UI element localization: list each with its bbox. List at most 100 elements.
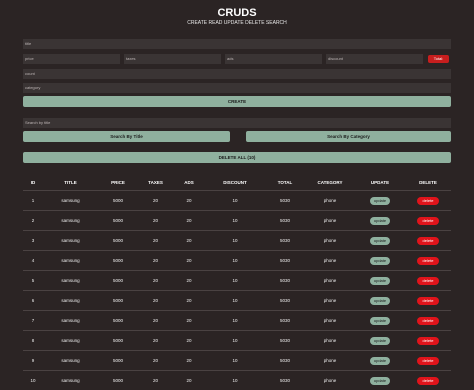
update-button[interactable]: update <box>370 317 390 325</box>
cell-id: 4 <box>23 251 43 271</box>
update-button[interactable]: update <box>370 257 390 265</box>
cell-total: 5030 <box>265 371 305 390</box>
table-row: 6samsung50002020105030phoneupdatedelete <box>23 291 451 311</box>
cell-total: 5030 <box>265 311 305 331</box>
cell-update: update <box>355 231 405 251</box>
cell-ads: 20 <box>173 251 205 271</box>
table-row: 9samsung50002020105030phoneupdatedelete <box>23 351 451 371</box>
cell-category: phone <box>305 371 355 390</box>
create-button[interactable]: CREATE <box>23 96 451 107</box>
cell-update: update <box>355 191 405 211</box>
update-button[interactable]: update <box>370 357 390 365</box>
cell-update: update <box>355 251 405 271</box>
count-input[interactable]: count <box>23 69 451 79</box>
cell-price: 5000 <box>98 251 138 271</box>
cell-price: 5000 <box>98 311 138 331</box>
update-button[interactable]: update <box>370 337 390 345</box>
cell-taxes: 20 <box>138 231 173 251</box>
col-header-discount: DISCOUNT <box>205 175 265 191</box>
cell-ads: 20 <box>173 191 205 211</box>
cell-category: phone <box>305 231 355 251</box>
page-title: CRUDS <box>0 7 474 19</box>
cell-discount: 10 <box>205 271 265 291</box>
delete-button[interactable]: delete <box>417 357 439 365</box>
col-header-title: TITLE <box>43 175 98 191</box>
update-button[interactable]: update <box>370 297 390 305</box>
cell-discount: 10 <box>205 351 265 371</box>
delete-button[interactable]: delete <box>417 197 439 205</box>
cell-price: 5000 <box>98 331 138 351</box>
delete-button[interactable]: delete <box>417 377 439 385</box>
delete-button[interactable]: delete <box>417 257 439 265</box>
cell-title: samsung <box>43 191 98 211</box>
cell-id: 9 <box>23 351 43 371</box>
cell-update: update <box>355 311 405 331</box>
cell-discount: 10 <box>205 211 265 231</box>
cell-update: update <box>355 371 405 390</box>
table-row: 2samsung50002020105030phoneupdatedelete <box>23 211 451 231</box>
cell-discount: 10 <box>205 191 265 211</box>
cell-ads: 20 <box>173 291 205 311</box>
price-input[interactable]: price <box>23 54 120 64</box>
cell-taxes: 20 <box>138 271 173 291</box>
cell-title: samsung <box>43 211 98 231</box>
cell-update: update <box>355 351 405 371</box>
table-row: 7samsung50002020105030phoneupdatedelete <box>23 311 451 331</box>
taxes-input[interactable]: taxes <box>124 54 221 64</box>
category-input[interactable]: category <box>23 83 451 93</box>
table-header-row: ID TITLE PRICE TAXES ADS DISCOUNT TOTAL … <box>23 175 451 191</box>
delete-button[interactable]: delete <box>417 277 439 285</box>
cell-category: phone <box>305 271 355 291</box>
cell-title: samsung <box>43 291 98 311</box>
cell-update: update <box>355 291 405 311</box>
delete-button[interactable]: delete <box>417 317 439 325</box>
title-input[interactable]: title <box>23 39 451 49</box>
cell-discount: 10 <box>205 251 265 271</box>
cell-price: 5000 <box>98 351 138 371</box>
cell-taxes: 20 <box>138 311 173 331</box>
cell-ads: 20 <box>173 331 205 351</box>
cell-taxes: 20 <box>138 291 173 311</box>
update-button[interactable]: update <box>370 277 390 285</box>
col-header-delete: DELETE <box>405 175 451 191</box>
cell-delete: delete <box>405 311 451 331</box>
update-button[interactable]: update <box>370 377 390 385</box>
cell-id: 5 <box>23 271 43 291</box>
search-input[interactable]: Search by title <box>23 118 451 128</box>
update-button[interactable]: update <box>370 197 390 205</box>
col-header-ads: ADS <box>173 175 205 191</box>
cell-update: update <box>355 331 405 351</box>
delete-button[interactable]: delete <box>417 217 439 225</box>
cell-taxes: 20 <box>138 371 173 390</box>
cell-taxes: 20 <box>138 351 173 371</box>
discount-input[interactable]: discount <box>326 54 423 64</box>
cell-category: phone <box>305 311 355 331</box>
cell-ads: 20 <box>173 371 205 390</box>
update-button[interactable]: update <box>370 217 390 225</box>
cell-price: 5000 <box>98 271 138 291</box>
cell-delete: delete <box>405 351 451 371</box>
cell-taxes: 20 <box>138 191 173 211</box>
delete-button[interactable]: delete <box>417 297 439 305</box>
search-by-title-button[interactable]: Search By Title <box>23 131 230 142</box>
col-header-category: CATEGORY <box>305 175 355 191</box>
cell-category: phone <box>305 291 355 311</box>
cell-delete: delete <box>405 371 451 390</box>
table-row: 10samsung50002020105030phoneupdatedelete <box>23 371 451 390</box>
cell-price: 5000 <box>98 231 138 251</box>
cell-title: samsung <box>43 271 98 291</box>
ads-input[interactable]: ads <box>225 54 322 64</box>
delete-button[interactable]: delete <box>417 337 439 345</box>
col-header-total: TOTAL <box>265 175 305 191</box>
cell-category: phone <box>305 211 355 231</box>
col-header-id: ID <box>23 175 43 191</box>
cell-taxes: 20 <box>138 211 173 231</box>
products-table: ID TITLE PRICE TAXES ADS DISCOUNT TOTAL … <box>23 175 451 390</box>
table-row: 8samsung50002020105030phoneupdatedelete <box>23 331 451 351</box>
cell-category: phone <box>305 331 355 351</box>
search-by-category-button[interactable]: Search By Category <box>246 131 451 142</box>
table-row: 4samsung50002020105030phoneupdatedelete <box>23 251 451 271</box>
update-button[interactable]: update <box>370 237 390 245</box>
delete-button[interactable]: delete <box>417 237 439 245</box>
delete-all-button[interactable]: DELETE ALL (10) <box>23 152 451 163</box>
